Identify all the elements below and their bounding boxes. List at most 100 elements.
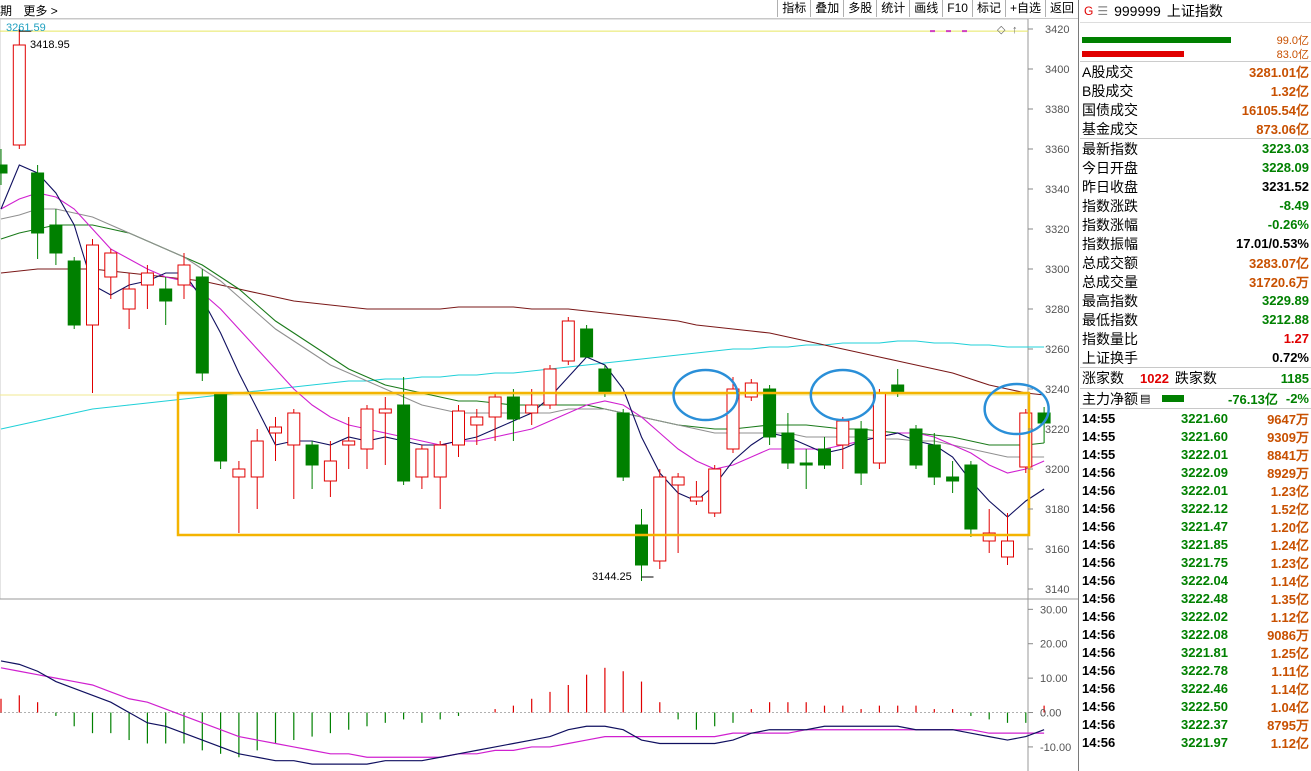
quote-row: 最低指数 3212.88 — [1080, 310, 1311, 329]
candlestick[interactable] — [506, 389, 520, 441]
turnover-value: 873.06亿 — [1256, 122, 1309, 137]
candlestick[interactable] — [1001, 513, 1014, 565]
candlestick[interactable] — [836, 417, 850, 469]
candlestick[interactable] — [781, 413, 795, 469]
candlestick[interactable] — [580, 325, 594, 358]
candlestick[interactable] — [342, 417, 356, 469]
f10-button[interactable]: F10 — [942, 0, 972, 17]
candlestick[interactable] — [433, 441, 447, 509]
indicator-button[interactable]: 指标 — [777, 0, 810, 17]
candle-body — [140, 272, 154, 286]
draw-line-button[interactable]: 画线 — [909, 0, 942, 17]
candlestick[interactable] — [323, 441, 337, 497]
tick-time: 14:56 — [1082, 734, 1116, 750]
candlestick[interactable] — [708, 465, 722, 517]
candlestick[interactable] — [671, 473, 685, 553]
period-button[interactable]: 期 — [0, 4, 12, 18]
more-button[interactable]: 更多 > — [23, 4, 57, 18]
quote-value: -0.26% — [1267, 217, 1309, 232]
turnover-row: A股成交 3281.01亿 — [1080, 62, 1311, 81]
candlestick[interactable] — [67, 257, 81, 329]
chart-annotations: ◇ ↑ — [18, 24, 1050, 578]
candlestick[interactable] — [799, 449, 813, 489]
up-arrow-icon[interactable]: ↑ — [1012, 24, 1018, 36]
candlestick[interactable] — [86, 239, 99, 393]
candlestick[interactable] — [525, 389, 539, 425]
quote-value: 3228.09 — [1262, 160, 1309, 175]
candle-body — [689, 496, 703, 502]
candlestick[interactable] — [287, 409, 301, 499]
candlestick[interactable] — [854, 421, 868, 485]
list-icon[interactable]: ▤ — [1140, 392, 1150, 405]
candlestick[interactable] — [689, 481, 703, 505]
candlestick[interactable] — [616, 409, 630, 481]
quote-label: 上证换手 — [1082, 349, 1138, 366]
candlestick[interactable] — [488, 393, 502, 441]
candlestick[interactable] — [104, 249, 118, 299]
add-watchlist-button[interactable]: +自选 — [1004, 0, 1045, 17]
tick-volume: 1.04亿 — [1270, 699, 1309, 715]
candlestick[interactable] — [49, 209, 63, 265]
candlestick[interactable] — [415, 445, 429, 489]
candlestick[interactable] — [250, 429, 264, 509]
candlestick[interactable] — [744, 379, 758, 401]
menu-icon[interactable]: ☰ — [1097, 4, 1108, 18]
candlestick[interactable] — [653, 469, 667, 569]
candlestick[interactable] — [232, 461, 246, 533]
price-tick-label: 3220 — [1045, 424, 1069, 436]
tick-price: 3221.47 — [1181, 518, 1228, 534]
candlestick[interactable] — [635, 509, 648, 581]
candlestick[interactable] — [561, 317, 575, 365]
tick-volume: 1.20亿 — [1270, 519, 1309, 535]
candlestick[interactable] — [360, 405, 374, 469]
tick-time: 14:56 — [1082, 644, 1116, 660]
candlestick[interactable] — [964, 461, 978, 537]
price-tick-label: 3380 — [1045, 104, 1069, 116]
candlestick[interactable] — [543, 365, 557, 409]
price-tick-label: 3420 — [1045, 24, 1069, 36]
tick-time: 14:56 — [1082, 626, 1116, 642]
tick-price: 3222.02 — [1181, 608, 1228, 624]
tick-list[interactable]: 14:55 3221.60 9647万 14:55 3221.60 9309万 14:55 3… — [1080, 409, 1311, 751]
candlestick[interactable] — [195, 269, 209, 381]
quote-row: 最高指数 3229.89 — [1080, 291, 1311, 310]
ma-value-label: 3261.59 — [6, 22, 46, 34]
candlestick[interactable] — [818, 437, 831, 469]
multi-stock-button[interactable]: 多股 — [843, 0, 876, 17]
candlestick[interactable] — [452, 405, 465, 457]
overlay-button[interactable]: 叠加 — [810, 0, 843, 17]
candlestick[interactable] — [305, 441, 319, 489]
candlestick[interactable] — [909, 425, 923, 469]
quote-section: 最新指数 3223.03 今日开盘 3228.09 昨日收盘 3231.52 指数涨跌 -8.… — [1080, 139, 1311, 368]
tick-price: 3222.12 — [1181, 500, 1228, 516]
diamond-icon[interactable]: ◇ — [997, 24, 1006, 36]
candlestick[interactable] — [982, 509, 996, 553]
ratio-bar-red — [1082, 51, 1184, 57]
tick-row: 14:56 3222.04 1.14亿 — [1080, 571, 1311, 589]
candlestick[interactable] — [12, 29, 26, 149]
kline-chart[interactable]: ◇ ↑ 3420340033803360334033203300328032603… — [0, 19, 1078, 771]
candlestick[interactable] — [122, 273, 136, 329]
candlestick[interactable] — [214, 392, 228, 469]
tick-time: 14:55 — [1082, 410, 1116, 426]
tick-price: 3222.48 — [1181, 590, 1228, 606]
candle-body — [763, 388, 777, 438]
index-name: 上证指数 — [1166, 3, 1223, 19]
quote-row: 总成交量 31720.6万 — [1080, 272, 1311, 291]
candlestick[interactable] — [378, 397, 392, 465]
quote-label: 指数涨跌 — [1082, 197, 1138, 214]
candle-body — [433, 444, 447, 478]
candlestick[interactable] — [0, 149, 8, 185]
candlestick[interactable] — [159, 277, 173, 325]
candlestick[interactable] — [31, 165, 45, 259]
back-button[interactable]: 返回 — [1044, 0, 1078, 17]
statistics-button[interactable]: 统计 — [876, 0, 909, 17]
tick-row: 14:56 3221.85 1.24亿 — [1080, 535, 1311, 553]
tick-price: 3222.08 — [1181, 626, 1228, 642]
down-count-label: 跌家数 — [1174, 370, 1217, 386]
candlestick[interactable] — [269, 417, 282, 461]
mark-button[interactable]: 标记 — [971, 0, 1005, 17]
candlestick[interactable] — [140, 265, 154, 309]
turnover-value: 16105.54亿 — [1241, 103, 1309, 118]
candlestick[interactable] — [946, 461, 960, 493]
